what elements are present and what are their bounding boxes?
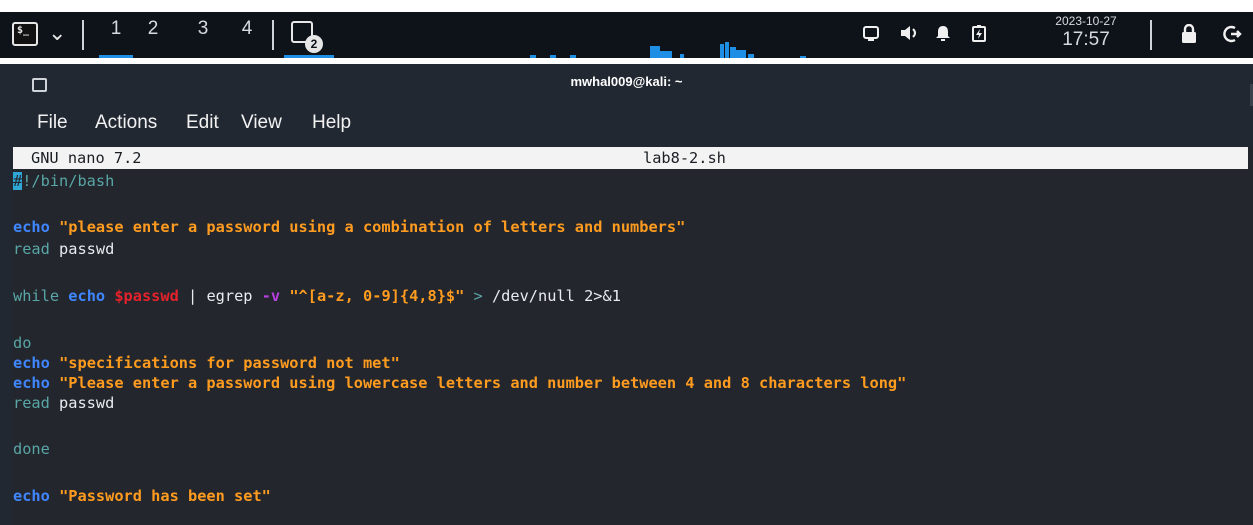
- volume-icon[interactable]: [899, 24, 921, 47]
- code-line: echo "Password has been set": [13, 487, 271, 505]
- terminal-launcher-icon[interactable]: $_: [12, 22, 38, 46]
- code-line: while echo $passwd | egrep -v "^[a-z, 0-…: [13, 287, 621, 305]
- menu-bar: File Actions Edit View Help: [0, 106, 1253, 146]
- menu-view[interactable]: View: [241, 112, 282, 134]
- active-workspace-indicator: [99, 55, 133, 58]
- workspace-3[interactable]: 3: [190, 18, 216, 40]
- bell-icon[interactable]: [934, 24, 952, 47]
- window-titlebar[interactable]: mwhal009@kali: ~: [0, 64, 1253, 114]
- code-line: read passwd: [13, 394, 115, 412]
- logout-icon[interactable]: [1222, 24, 1242, 49]
- menu-actions[interactable]: Actions: [95, 112, 157, 134]
- nano-version: GNU nano 7.2: [31, 149, 142, 167]
- menu-file[interactable]: File: [37, 112, 68, 134]
- display-icon[interactable]: [862, 24, 880, 47]
- code-line: #!/bin/bash: [13, 172, 115, 190]
- nano-title-bar: GNU nano 7.2 lab8-2.sh: [13, 147, 1248, 169]
- text-cursor: #: [13, 172, 23, 190]
- workspace-4[interactable]: 4: [234, 18, 260, 40]
- battery-icon[interactable]: [971, 24, 987, 47]
- clock-time[interactable]: 17:57: [1038, 29, 1134, 51]
- cpu-graph: [530, 42, 806, 58]
- code-line: echo "specifications for password not me…: [13, 354, 400, 372]
- menu-edit[interactable]: Edit: [186, 112, 219, 134]
- clock-date[interactable]: 2023-10-27: [1038, 14, 1134, 28]
- panel-separator: [82, 20, 84, 50]
- panel-separator: [1150, 20, 1152, 50]
- code-line: read passwd: [13, 240, 115, 258]
- code-line: do: [13, 334, 32, 352]
- task-count-badge: 2: [305, 35, 323, 53]
- workspace-1[interactable]: 1: [103, 18, 129, 40]
- active-task-indicator: [284, 55, 334, 58]
- code-line: done: [13, 440, 50, 458]
- code-line: echo "Please enter a password using lowe…: [13, 374, 907, 392]
- menu-help[interactable]: Help: [312, 112, 351, 134]
- lock-icon[interactable]: [1180, 23, 1198, 49]
- panel-separator: [272, 20, 274, 50]
- workspace-2[interactable]: 2: [140, 18, 166, 40]
- code-line: echo "please enter a password using a co…: [13, 218, 686, 236]
- window-title: mwhal009@kali: ~: [570, 74, 683, 89]
- nano-editor[interactable]: GNU nano 7.2 lab8-2.sh #!/bin/bash echo …: [13, 147, 1253, 525]
- chevron-down-icon[interactable]: ⌄: [48, 21, 66, 46]
- nano-filename: lab8-2.sh: [643, 149, 726, 167]
- top-panel: $_ ⌄ 1 2 3 4 2 2023-10-27 17:57: [0, 12, 1253, 58]
